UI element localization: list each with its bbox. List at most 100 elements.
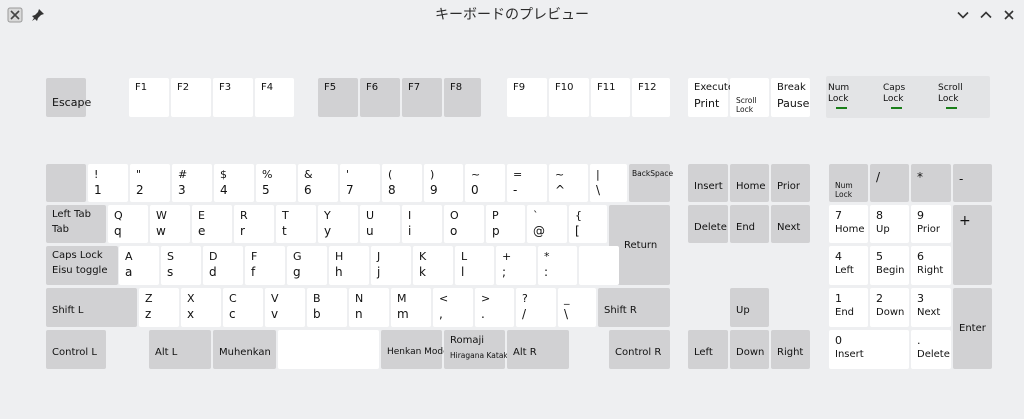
key-kp-6[interactable]: 6 Right bbox=[911, 246, 951, 285]
key-4[interactable]: $4 bbox=[214, 164, 254, 202]
key-print[interactable]: Execute Print bbox=[688, 78, 734, 117]
key-kp-4[interactable]: 4 Left bbox=[829, 246, 868, 285]
key-next[interactable]: Next bbox=[771, 205, 810, 243]
key-y[interactable]: Yy bbox=[318, 205, 358, 243]
key-kp-9[interactable]: 9 Prior bbox=[911, 205, 951, 243]
key-7[interactable]: ' 7 bbox=[340, 164, 380, 202]
key-k[interactable]: Kk bbox=[413, 246, 453, 285]
key-x[interactable]: Xx bbox=[181, 288, 221, 327]
key-kp-multiply[interactable]: * bbox=[911, 164, 951, 202]
key-caps-lock[interactable]: Caps Lock Eisu toggle bbox=[46, 246, 118, 285]
key-prior[interactable]: Prior bbox=[771, 164, 810, 202]
key-bracket-right[interactable] bbox=[579, 246, 619, 285]
key-z[interactable]: Zz bbox=[139, 288, 179, 327]
key-f12[interactable]: F12 bbox=[632, 78, 670, 117]
key-f1[interactable]: F1 bbox=[129, 78, 169, 117]
key-5[interactable]: % 5 bbox=[256, 164, 296, 202]
key-comma[interactable]: <, bbox=[433, 288, 473, 327]
key-period[interactable]: >. bbox=[475, 288, 514, 327]
key-l[interactable]: Ll bbox=[455, 246, 494, 285]
key-kp-2[interactable]: 2 Down bbox=[870, 288, 909, 327]
key-8[interactable]: (8 bbox=[382, 164, 422, 202]
key-d[interactable]: Dd bbox=[203, 246, 243, 285]
key-kp-decimal[interactable]: . Delete bbox=[911, 330, 951, 369]
key-home[interactable]: Home bbox=[730, 164, 769, 202]
key-hankaku-zenkaku[interactable] bbox=[46, 164, 86, 202]
key-f4[interactable]: F4 bbox=[255, 78, 294, 117]
key-minus[interactable]: = - bbox=[507, 164, 547, 202]
key-up[interactable]: Up bbox=[730, 288, 769, 327]
key-m[interactable]: Mm bbox=[391, 288, 431, 327]
key-alt-right[interactable]: Alt R bbox=[507, 330, 569, 369]
key-f10[interactable]: F10 bbox=[549, 78, 589, 117]
key-kp-subtract[interactable]: - bbox=[953, 164, 992, 202]
key-t[interactable]: Tt bbox=[276, 205, 316, 243]
key-f5[interactable]: F5 bbox=[318, 78, 358, 117]
key-escape[interactable]: Escape bbox=[46, 78, 91, 117]
key-9[interactable]: ) 9 bbox=[424, 164, 463, 202]
key-semicolon[interactable]: +; bbox=[496, 246, 536, 285]
key-caret[interactable]: ~ ^ bbox=[549, 164, 588, 202]
key-shift-right[interactable]: Shift R bbox=[598, 288, 670, 327]
key-kp-num-lock[interactable]: Num Lock bbox=[829, 164, 868, 202]
key-kp-5[interactable]: 5 Begin bbox=[870, 246, 909, 285]
key-romaji[interactable]: Romaji Hiragana Katakana bbox=[444, 330, 522, 369]
key-q[interactable]: Qq bbox=[108, 205, 148, 243]
key-kp-8[interactable]: 8 Up bbox=[870, 205, 909, 243]
key-r[interactable]: Rr bbox=[234, 205, 274, 243]
key-0[interactable]: ~0 bbox=[465, 164, 505, 202]
key-muhenkan[interactable]: Muhenkan bbox=[213, 330, 276, 369]
key-f11[interactable]: F11 bbox=[591, 78, 630, 117]
key-e[interactable]: Ee bbox=[192, 205, 232, 243]
key-scroll-lock[interactable]: Scroll Lock bbox=[730, 78, 769, 117]
key-left[interactable]: Left bbox=[688, 330, 728, 369]
key-control-left[interactable]: Control L bbox=[46, 330, 106, 369]
key-delete[interactable]: Delete bbox=[688, 205, 728, 243]
key-f9[interactable]: F9 bbox=[507, 78, 547, 117]
key-kp-7[interactable]: 7 Home bbox=[829, 205, 868, 243]
key-at[interactable]: ` @ bbox=[527, 205, 567, 243]
key-kp-add[interactable]: + bbox=[953, 205, 992, 285]
key-c[interactable]: Cc bbox=[223, 288, 263, 327]
key-shift-left[interactable]: Shift L bbox=[46, 288, 137, 327]
key-space[interactable] bbox=[278, 330, 379, 369]
key-colon[interactable]: *: bbox=[538, 246, 577, 285]
key-yen[interactable]: | \ bbox=[590, 164, 627, 202]
key-a[interactable]: Aa bbox=[119, 246, 159, 285]
key-f2[interactable]: F2 bbox=[171, 78, 211, 117]
key-j[interactable]: Jj bbox=[371, 246, 411, 285]
key-n[interactable]: Nn bbox=[349, 288, 389, 327]
key-kp-3[interactable]: 3 Next bbox=[911, 288, 951, 327]
key-f8[interactable]: F8 bbox=[444, 78, 481, 117]
key-backslash[interactable]: _ \ bbox=[558, 288, 596, 327]
key-end[interactable]: End bbox=[730, 205, 769, 243]
key-g[interactable]: Gg bbox=[287, 246, 327, 285]
key-pause[interactable]: Break Pause bbox=[771, 78, 810, 117]
key-kp-enter[interactable]: Enter bbox=[953, 288, 992, 369]
key-f6[interactable]: F6 bbox=[360, 78, 400, 117]
key-control-right[interactable]: Control R bbox=[609, 330, 670, 369]
key-f7[interactable]: F7 bbox=[402, 78, 442, 117]
key-1[interactable]: ! 1 bbox=[88, 164, 128, 202]
key-p[interactable]: Pp bbox=[486, 205, 525, 243]
key-w[interactable]: Ww bbox=[150, 205, 190, 243]
key-6[interactable]: & 6 bbox=[298, 164, 338, 202]
key-tab[interactable]: Left Tab Tab bbox=[46, 205, 106, 243]
key-b[interactable]: Bb bbox=[307, 288, 347, 327]
key-kp-0[interactable]: 0 Insert bbox=[829, 330, 909, 369]
key-2[interactable]: " 2 bbox=[130, 164, 170, 202]
key-i[interactable]: Ii bbox=[402, 205, 442, 243]
key-h[interactable]: Hh bbox=[329, 246, 369, 285]
key-kp-divide[interactable]: / bbox=[870, 164, 909, 202]
key-u[interactable]: Uu bbox=[360, 205, 400, 243]
key-bracket[interactable]: {[ bbox=[569, 205, 607, 243]
key-kp-1[interactable]: 1 End bbox=[829, 288, 868, 327]
key-right[interactable]: Right bbox=[771, 330, 810, 369]
key-3[interactable]: #3 bbox=[172, 164, 212, 202]
key-v[interactable]: Vv bbox=[265, 288, 305, 327]
key-backspace[interactable]: BackSpace bbox=[629, 164, 673, 202]
key-henkan[interactable]: Henkan Mode bbox=[381, 330, 449, 369]
key-insert[interactable]: Insert bbox=[688, 164, 728, 202]
key-alt-left[interactable]: Alt L bbox=[149, 330, 211, 369]
key-f[interactable]: Ff bbox=[245, 246, 285, 285]
